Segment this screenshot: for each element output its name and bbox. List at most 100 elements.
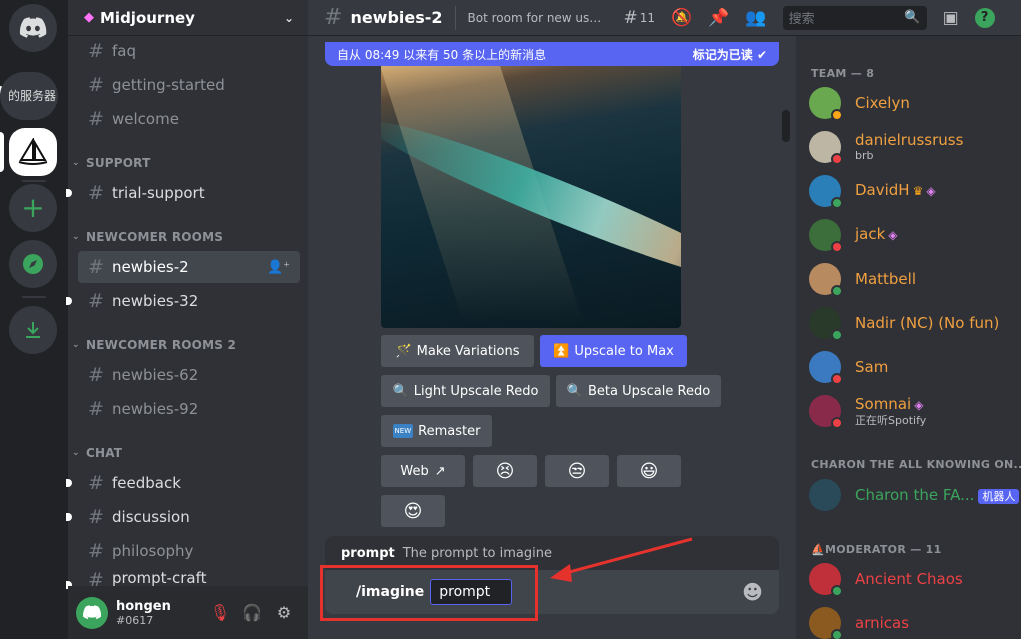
upscale-arrow-icon: ⏫ xyxy=(553,343,570,359)
mark-as-read-button[interactable]: 标记为已读 ✔ xyxy=(693,46,767,63)
avatar xyxy=(809,395,843,429)
user-panel: hongen #0617 🎙 🎧 ⚙ xyxy=(68,586,308,639)
member-item[interactable]: danielrussruss brb xyxy=(809,126,1019,168)
hash-thread-icon: # xyxy=(88,108,104,130)
member-list-icon[interactable]: 👥 xyxy=(745,8,766,28)
member-category-team: TEAM — 8 xyxy=(811,67,875,80)
category-newcomer-rooms[interactable]: ⌄ NEWCOMER ROOMS xyxy=(72,230,223,244)
member-name: arnicas xyxy=(855,613,910,632)
member-item[interactable]: Ancient Chaos xyxy=(809,558,1019,600)
reaction-button[interactable]: 😒 xyxy=(545,455,609,487)
user-info[interactable]: hongen #0617 xyxy=(116,599,204,627)
hash-icon: # xyxy=(88,540,104,562)
member-category-moderator: ⛵ MODERATOR — 11 xyxy=(811,543,942,556)
member-item[interactable]: DavidH ♛ ◈ xyxy=(809,170,1019,212)
channel-newbies-32[interactable]: # newbies-32 xyxy=(78,285,300,317)
channel-trial-support[interactable]: # trial-support xyxy=(78,177,300,209)
threads-icon[interactable]: #11 xyxy=(624,8,656,28)
nitro-boost-icon: ◈ xyxy=(926,184,936,198)
status-dot xyxy=(831,153,843,165)
make-variations-button[interactable]: 🪄 Make Variations xyxy=(381,335,534,367)
reaction-button[interactable]: 😣 xyxy=(473,455,537,487)
channel-feedback[interactable]: # feedback xyxy=(78,467,300,499)
upscale-to-max-button[interactable]: ⏫ Upscale to Max xyxy=(540,335,687,367)
remaster-button[interactable]: NEW Remaster xyxy=(381,415,492,447)
annotation-arrow xyxy=(550,537,693,582)
member-item[interactable]: Somnai ◈ 正在听Spotify xyxy=(809,390,1019,432)
status-dot xyxy=(831,285,843,297)
channel-header: # newbies-2 Bot room for new users... #1… xyxy=(308,0,1021,36)
new-badge-icon: NEW xyxy=(392,424,414,438)
status-dot xyxy=(831,197,843,209)
member-item[interactable]: arnicas xyxy=(809,602,1019,639)
light-upscale-redo-button[interactable]: 🔍 Light Upscale Redo xyxy=(381,375,550,407)
web-link-button[interactable]: Web ↗ xyxy=(381,455,465,487)
download-icon[interactable] xyxy=(9,306,57,354)
member-item[interactable]: Nadir (NC) (No fun) xyxy=(809,302,1019,344)
chat-area: 自从 08:49 以来有 50 条以上的新消息 标记为已读 ✔ 🪄 Make Va… xyxy=(308,0,796,639)
hash-icon: # xyxy=(88,40,104,62)
external-link-icon: ↗ xyxy=(434,463,446,479)
channel-newbies-92[interactable]: # newbies-92 xyxy=(78,393,300,425)
settings-gear-icon[interactable]: ⚙ xyxy=(268,603,300,622)
chevron-down-icon: ⌄ xyxy=(283,10,294,25)
explore-icon[interactable] xyxy=(9,240,57,288)
status-dot xyxy=(831,241,843,253)
channel-philosophy[interactable]: # philosophy xyxy=(78,535,300,567)
magnifier-icon: 🔍 xyxy=(392,383,409,399)
member-name: Sam xyxy=(855,357,889,376)
hash-icon: # xyxy=(88,74,104,96)
emoji-picker-icon[interactable]: ☻ xyxy=(742,580,763,604)
channel-topic[interactable]: Bot room for new users... xyxy=(468,11,608,25)
headphones-icon[interactable]: 🎧 xyxy=(236,603,268,622)
bot-badge: 机器人 xyxy=(978,488,1020,504)
invite-member-icon[interactable]: 👤⁺ xyxy=(267,260,290,275)
search-input[interactable]: 搜索 🔍 xyxy=(782,5,927,30)
guild-header[interactable]: ◆ Midjourney ⌄ xyxy=(68,0,308,36)
unread-indicator xyxy=(66,513,72,521)
channel-newbies-62[interactable]: # newbies-62 xyxy=(78,359,300,391)
reaction-button[interactable]: 😃 xyxy=(617,455,681,487)
unread-indicator xyxy=(66,297,72,305)
channel-newbies-2[interactable]: # newbies-2 👤⁺ xyxy=(78,251,300,283)
server-my-server[interactable]: 的服务器 xyxy=(0,72,68,120)
mute-mic-icon[interactable]: 🎙 xyxy=(204,603,236,622)
beta-upscale-redo-button[interactable]: 🔍 Beta Upscale Redo xyxy=(556,375,721,407)
add-server-icon[interactable]: + xyxy=(9,184,57,232)
member-item[interactable]: Charon the FA... 机器人 xyxy=(809,474,1020,516)
pinned-messages-icon[interactable]: 📌 xyxy=(708,8,729,28)
new-messages-banner[interactable]: 自从 08:49 以来有 50 条以上的新消息 标记为已读 ✔ xyxy=(325,42,779,66)
category-chat[interactable]: ⌄ CHAT xyxy=(72,446,122,460)
option-description: The prompt to imagine xyxy=(402,545,552,561)
chevron-down-icon: ⌄ xyxy=(72,448,80,458)
avatar xyxy=(809,307,843,341)
category-newcomer-rooms-2[interactable]: ⌄ NEWCOMER ROOMS 2 xyxy=(72,338,236,352)
channel-getting-started[interactable]: # getting-started xyxy=(78,69,300,101)
channel-welcome[interactable]: # welcome xyxy=(78,103,300,135)
boost-icon: ◆ xyxy=(84,10,94,25)
avatar[interactable] xyxy=(76,596,108,629)
category-support[interactable]: ⌄ SUPPORT xyxy=(72,156,150,170)
member-name: jack xyxy=(855,225,886,243)
member-item[interactable]: Sam xyxy=(809,346,1019,388)
mute-notifications-icon[interactable]: 🔕 xyxy=(671,8,692,28)
inbox-icon[interactable]: ▣ xyxy=(943,8,959,28)
help-icon[interactable]: ? xyxy=(974,7,995,28)
member-item[interactable]: Mattbell xyxy=(809,258,1019,300)
magnifier-icon: 🔍 xyxy=(566,383,583,399)
member-item[interactable]: Cixelyn xyxy=(809,82,1019,124)
channel-discussion[interactable]: # discussion xyxy=(78,501,300,533)
member-item[interactable]: jack ◈ xyxy=(809,214,1019,256)
discord-home-icon[interactable] xyxy=(9,4,57,52)
midjourney-server-icon[interactable] xyxy=(9,128,57,176)
crown-icon: ♛ xyxy=(912,184,924,198)
member-name: Mattbell xyxy=(855,269,916,288)
channel-prompt-craft[interactable]: # prompt-craft xyxy=(78,569,300,587)
channel-faq[interactable]: # faq xyxy=(78,35,300,67)
scrollbar-thumb[interactable] xyxy=(782,110,790,142)
generated-image[interactable] xyxy=(381,62,681,328)
hash-icon: # xyxy=(88,182,104,204)
avatar xyxy=(809,219,843,253)
status-dot xyxy=(831,629,843,639)
reaction-button[interactable]: 😍 xyxy=(381,495,445,527)
